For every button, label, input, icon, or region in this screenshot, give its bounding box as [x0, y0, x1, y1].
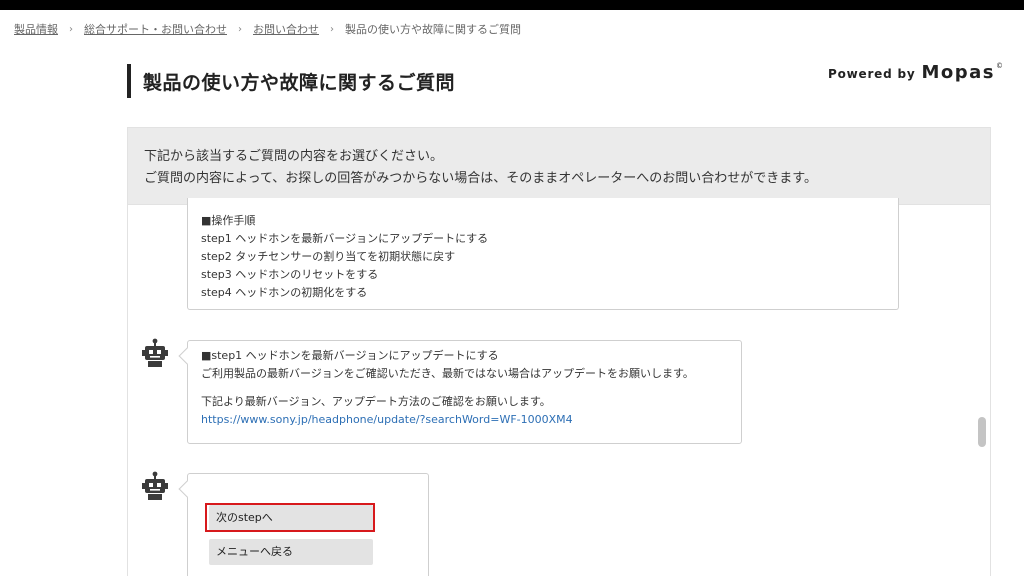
- highlight-box: [205, 503, 375, 532]
- message-line: step2 タッチセンサーの割り当てを初期状態に戻す: [201, 250, 456, 263]
- breadcrumb-link-products[interactable]: 製品情報: [14, 21, 58, 37]
- intro-line-2: ご質問の内容によって、お探しの回答がみつからない場合は、そのままオペレーターへの…: [144, 171, 818, 186]
- intro-line-1: 下記から該当するご質問の内容をお選びください。: [144, 149, 444, 164]
- message-line: step1 ヘッドホンを最新バージョンにアップデートにする: [201, 232, 489, 245]
- powered-by-logo: Powered by Mopas ©: [828, 62, 1003, 83]
- breadcrumb-current: 製品の使い方や故障に関するご質問: [345, 23, 521, 36]
- breadcrumb-separator-icon: ›: [330, 23, 334, 35]
- message-line: 下記より最新バージョン、アップデート方法のご確認をお願いします。: [201, 395, 551, 408]
- message-line: ご利用製品の最新バージョンをご確認いただき、最新ではない場合はアップデートをお願…: [201, 367, 694, 380]
- chat-message-step1: ■step1 ヘッドホンを最新バージョンにアップデートにする ご利用製品の最新バ…: [178, 340, 742, 444]
- message-line: ■操作手順: [201, 214, 256, 227]
- page-title-block: 製品の使い方や故障に関するご質問: [127, 64, 455, 98]
- top-bar: [0, 0, 1024, 10]
- powered-by-label: Powered by: [828, 67, 916, 81]
- breadcrumb-separator-icon: ›: [69, 23, 73, 35]
- message-line: step3 ヘッドホンのリセットをする: [201, 268, 379, 281]
- intro-panel: 下記から該当するご質問の内容をお選びください。 ご質問の内容によって、お探しの回…: [127, 127, 991, 205]
- mopas-logo: Mopas: [921, 62, 996, 83]
- trademark-mark: ©: [996, 62, 1004, 70]
- message-line: step4 ヘッドホンの初期化をする: [201, 286, 368, 299]
- back-to-menu-button[interactable]: メニューへ戻る: [209, 539, 373, 565]
- breadcrumb-link-contact[interactable]: お問い合わせ: [253, 21, 319, 37]
- update-link[interactable]: https://www.sony.jp/headphone/update/?se…: [201, 411, 728, 429]
- breadcrumb-link-support[interactable]: 総合サポート・お問い合わせ: [84, 21, 227, 37]
- chat-scrollbar[interactable]: [978, 417, 986, 447]
- chat-message-steps: ■操作手順 step1 ヘッドホンを最新バージョンにアップデートにする step…: [187, 198, 899, 310]
- message-heading: ■step1 ヘッドホンを最新バージョンにアップデートにする: [201, 349, 499, 362]
- robot-icon: [142, 471, 168, 500]
- page-title: 製品の使い方や故障に関するご質問: [143, 71, 456, 94]
- breadcrumb: 製品情報 › 総合サポート・お問い合わせ › お問い合わせ › 製品の使い方や故…: [14, 21, 521, 37]
- breadcrumb-separator-icon: ›: [238, 23, 242, 35]
- robot-icon: [142, 338, 168, 367]
